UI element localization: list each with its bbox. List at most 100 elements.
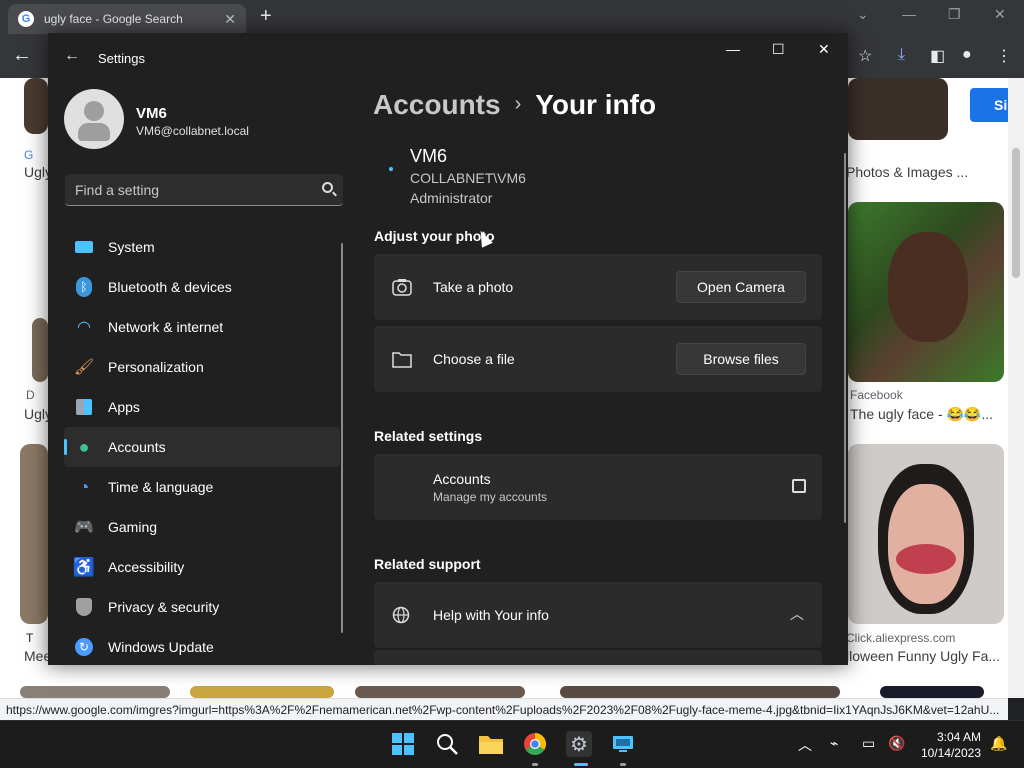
result-title[interactable]: The ugly face - 😂😂... xyxy=(850,406,993,423)
result-title[interactable]: lloween Funny Ugly Fa... xyxy=(846,648,1000,664)
account-domain: COLLABNET\VM6 xyxy=(410,170,526,186)
file-explorer-icon[interactable] xyxy=(478,731,504,757)
download-icon[interactable]: ⤓ xyxy=(898,46,905,64)
side-panel-icon[interactable]: ◧ xyxy=(930,46,945,66)
open-camera-button[interactable]: Open Camera xyxy=(676,271,806,303)
restore-icon[interactable]: ❐ xyxy=(948,6,961,23)
result-image[interactable] xyxy=(20,686,170,698)
help-item-card[interactable] xyxy=(374,650,822,665)
nav-label: Windows Update xyxy=(108,639,214,655)
nav-item-bluetooth[interactable]: ᛒ Bluetooth & devices xyxy=(64,267,340,307)
avatar[interactable] xyxy=(64,89,124,149)
page-scrollbar[interactable] xyxy=(1008,78,1024,698)
result-image[interactable] xyxy=(20,444,48,624)
nav-item-system[interactable]: System xyxy=(64,227,340,267)
choose-file-card: Choose a file Browse files xyxy=(374,326,822,392)
tab-title: ugly face - Google Search xyxy=(44,12,183,26)
settings-window: ← Settings — ☐ ✕ VM6 VM6@collabnet.local… xyxy=(48,33,848,665)
lips-shape xyxy=(896,544,956,574)
windows-start-icon[interactable] xyxy=(390,731,416,757)
window-title: Settings xyxy=(98,51,145,66)
globe-clock-icon: ◔ xyxy=(78,476,90,497)
result-image[interactable] xyxy=(24,78,48,134)
chevron-right-icon: › xyxy=(514,93,522,115)
running-indicator xyxy=(620,763,626,766)
result-source: T xyxy=(26,631,34,645)
nav-item-time-language[interactable]: ◔ Time & language xyxy=(64,467,340,507)
profile-icon[interactable]: ● xyxy=(962,46,972,64)
close-icon[interactable]: ✕ xyxy=(818,41,830,58)
monitor-tray-icon[interactable]: ▭ xyxy=(862,735,875,752)
related-settings-heading: Related settings xyxy=(374,428,483,444)
nav-label: Privacy & security xyxy=(108,599,220,615)
search-input[interactable] xyxy=(65,174,305,205)
result-image[interactable] xyxy=(880,686,984,698)
nav-item-apps[interactable]: Apps xyxy=(64,387,340,427)
page-title: Your info xyxy=(535,89,657,120)
result-title[interactable]: Photos & Images ... xyxy=(846,164,968,180)
bluetooth-icon: ᛒ xyxy=(74,277,94,297)
network-status-icon[interactable]: ⌁ xyxy=(830,735,838,752)
take-photo-label: Take a photo xyxy=(433,279,514,295)
result-image[interactable] xyxy=(560,686,840,698)
tab-search-icon[interactable]: ⌄ xyxy=(857,6,869,23)
close-window-icon[interactable]: ✕ xyxy=(994,6,1006,23)
nav-item-personalization[interactable]: 🖌 Personalization xyxy=(64,347,340,387)
face-shape xyxy=(888,232,968,342)
result-image[interactable] xyxy=(355,686,525,698)
scrollbar-thumb[interactable] xyxy=(1012,148,1020,278)
running-indicator xyxy=(532,763,538,766)
nav-item-accounts[interactable]: ● Accounts xyxy=(64,427,340,467)
nav-item-network[interactable]: ◠ Network & internet xyxy=(64,307,340,347)
result-image[interactable] xyxy=(190,686,334,698)
nav-label: Accounts xyxy=(108,439,166,455)
settings-gear-icon[interactable]: ⚙ xyxy=(566,731,592,757)
chrome-icon[interactable] xyxy=(522,731,548,757)
nav-scrollbar[interactable] xyxy=(341,243,343,633)
clock-time[interactable]: 3:04 AM xyxy=(935,730,981,744)
minimize-icon[interactable]: — xyxy=(902,6,916,22)
result-image[interactable] xyxy=(848,202,1004,382)
menu-icon[interactable]: ⋮ xyxy=(996,46,1012,66)
nav-item-privacy[interactable]: Privacy & security xyxy=(64,587,340,627)
result-image[interactable] xyxy=(848,78,948,140)
folder-icon xyxy=(392,352,412,368)
gamepad-icon: 🎮 xyxy=(74,519,94,536)
chevron-up-icon[interactable]: ︿ xyxy=(798,735,812,755)
nav-label: Bluetooth & devices xyxy=(108,279,232,295)
update-icon: ↻ xyxy=(74,637,94,657)
clock-date[interactable]: 10/14/2023 xyxy=(917,746,981,760)
help-your-info-card[interactable]: Help with Your info ︿ xyxy=(374,582,822,648)
accounts-link-title: Accounts xyxy=(433,471,491,487)
sign-in-button[interactable]: Si xyxy=(970,88,1008,122)
nav-item-accessibility[interactable]: ♿ Accessibility xyxy=(64,547,340,587)
search-icon[interactable] xyxy=(322,182,333,193)
google-favicon-icon: G xyxy=(18,11,34,27)
result-image[interactable] xyxy=(848,444,1004,624)
remote-desktop-icon[interactable] xyxy=(610,731,636,757)
user-email: VM6@collabnet.local xyxy=(136,124,249,138)
result-source: D xyxy=(26,388,35,402)
search-icon[interactable] xyxy=(434,731,460,757)
breadcrumb-parent[interactable]: Accounts xyxy=(373,89,501,120)
result-image[interactable] xyxy=(32,318,48,382)
bookmark-star-icon[interactable]: ☆ xyxy=(858,46,872,66)
close-tab-icon[interactable]: ✕ xyxy=(224,11,236,28)
notification-bell-icon[interactable]: 🔔 xyxy=(990,735,1007,752)
volume-muted-icon[interactable]: 🔇 xyxy=(888,735,905,752)
minimize-icon[interactable]: — xyxy=(726,41,740,57)
browser-tab-bar: G ugly face - Google Search ✕ + ⌄ — ❐ ✕ xyxy=(0,0,1024,34)
browse-files-button[interactable]: Browse files xyxy=(676,343,806,375)
content-scrollbar[interactable] xyxy=(844,153,846,523)
new-tab-icon[interactable]: + xyxy=(260,5,272,28)
settings-search[interactable] xyxy=(65,174,343,206)
accounts-link-card[interactable]: Accounts Manage my accounts xyxy=(374,454,822,520)
back-icon[interactable]: ← xyxy=(64,47,80,65)
chevron-up-icon[interactable]: ︿ xyxy=(790,604,804,624)
browser-tab[interactable]: G ugly face - Google Search ✕ xyxy=(8,4,246,34)
nav-item-windows-update[interactable]: ↻ Windows Update xyxy=(64,627,340,665)
back-icon[interactable]: ← xyxy=(12,44,32,67)
taskbar: ⚙ ︿ ⌁ ▭ 🔇 3:04 AM 10/14/2023 🔔 xyxy=(0,720,1024,768)
nav-item-gaming[interactable]: 🎮 Gaming xyxy=(64,507,340,547)
maximize-icon[interactable]: ☐ xyxy=(772,41,785,58)
